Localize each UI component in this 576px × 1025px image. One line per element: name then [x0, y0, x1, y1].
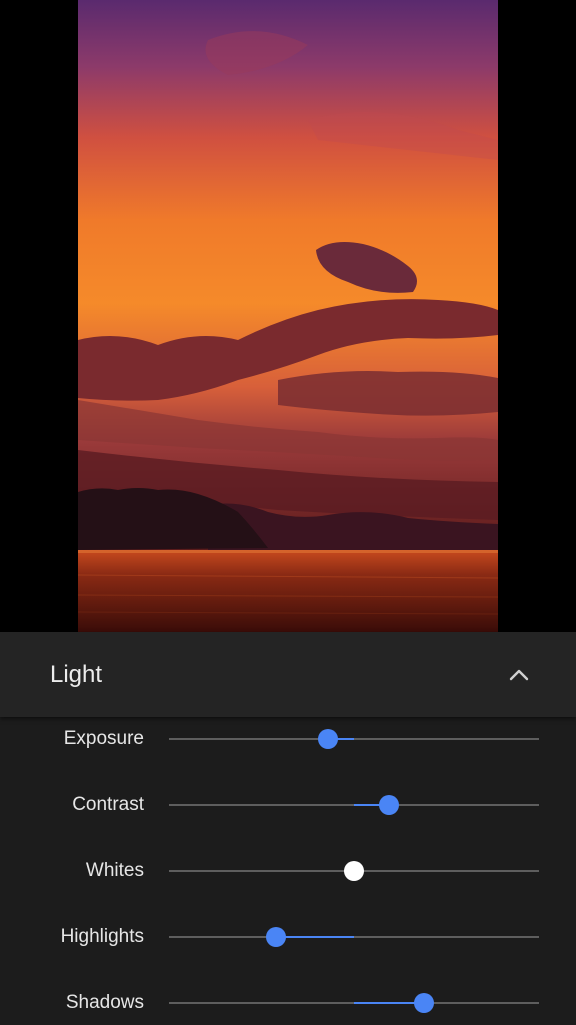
slider-thumb[interactable]: [414, 993, 435, 1013]
shadows-slider[interactable]: [169, 983, 539, 1023]
adjustment-label: Shadows: [65, 992, 144, 1013]
adjustment-shadows: Shadows: [0, 983, 576, 1023]
exposure-slider[interactable]: [169, 719, 539, 759]
collapse-button[interactable]: [502, 658, 536, 692]
panel-header[interactable]: Light: [0, 632, 576, 717]
adjustment-list: Exposure Contrast Whites Highlights Shad…: [0, 717, 576, 1025]
adjustment-contrast: Contrast: [0, 785, 576, 825]
adjustment-label: Whites: [85, 860, 144, 881]
slider-thumb[interactable]: [266, 927, 287, 947]
highlights-slider[interactable]: [169, 917, 539, 957]
contrast-slider[interactable]: [169, 785, 539, 825]
slider-track: [169, 936, 539, 938]
editor-screen: Light Exposure Contrast Whites Highlight…: [0, 0, 576, 1025]
chevron-up-icon: [509, 669, 529, 681]
slider-thumb[interactable]: [379, 795, 400, 815]
slider-track: [169, 738, 539, 740]
slider-thumb[interactable]: [344, 861, 364, 881]
adjustment-label: Contrast: [72, 794, 144, 815]
slider-fill: [276, 936, 354, 938]
image-preview-area: [0, 0, 576, 632]
panel-title: Light: [50, 661, 103, 688]
adjustment-panel: Light Exposure Contrast Whites Highlight…: [0, 632, 576, 1025]
photo-preview: [78, 0, 498, 632]
slider-thumb[interactable]: [318, 729, 339, 749]
adjustment-label: Exposure: [63, 728, 144, 749]
adjustment-label: Highlights: [60, 926, 144, 947]
adjustment-exposure: Exposure: [0, 719, 576, 759]
adjustment-highlights: Highlights: [0, 917, 576, 957]
whites-slider[interactable]: [169, 851, 539, 891]
adjustment-whites: Whites: [0, 851, 576, 891]
